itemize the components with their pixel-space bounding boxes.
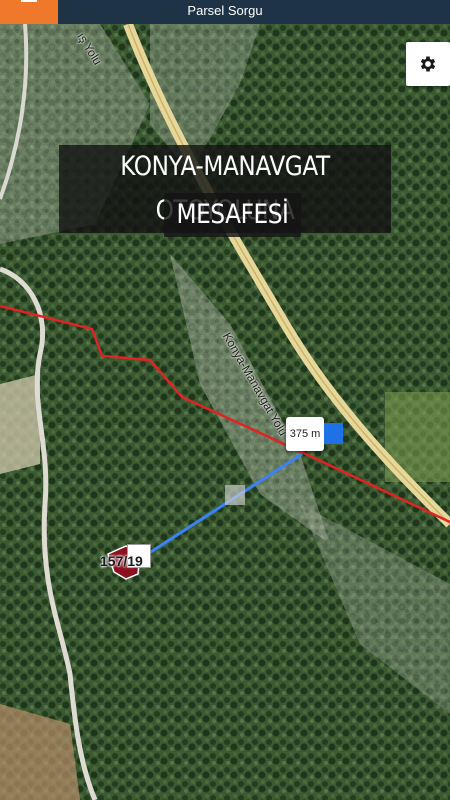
parcel-label: 157/19 bbox=[100, 553, 143, 569]
settings-button[interactable] bbox=[406, 42, 450, 86]
app-header: Parsel Sorgu bbox=[0, 0, 450, 24]
satellite-map[interactable] bbox=[0, 24, 450, 800]
distance-midpoint-handle[interactable] bbox=[225, 485, 245, 505]
map-banner-line2: MESAFESİ bbox=[164, 193, 301, 237]
distance-label: 375 m bbox=[286, 417, 324, 451]
gear-icon bbox=[420, 56, 436, 72]
distance-end-marker[interactable] bbox=[324, 423, 343, 444]
page-title: Parsel Sorgu bbox=[187, 3, 263, 18]
hamburger-menu-icon bbox=[21, 0, 37, 2]
menu-button[interactable] bbox=[0, 0, 58, 24]
